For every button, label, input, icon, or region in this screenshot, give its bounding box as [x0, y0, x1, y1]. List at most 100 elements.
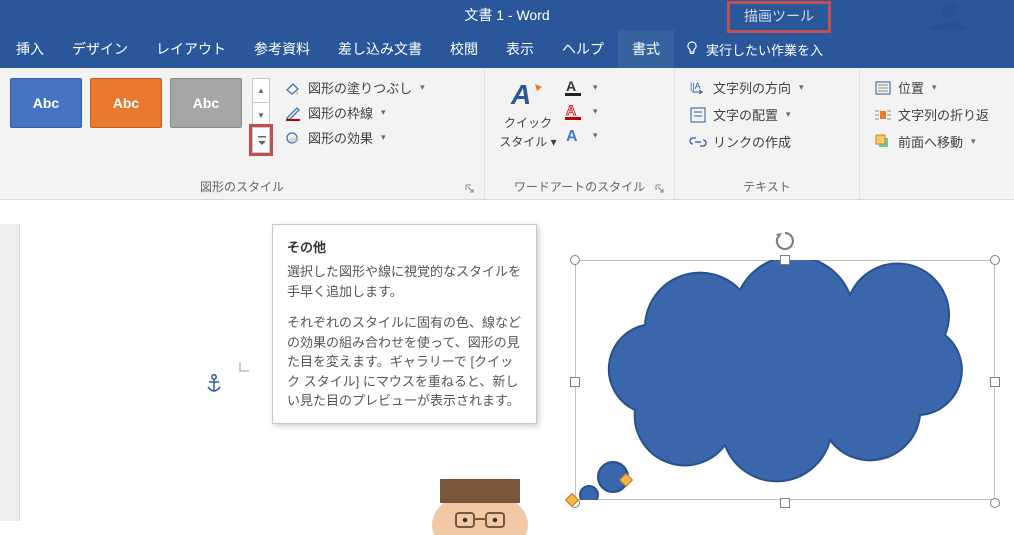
document-area[interactable]: その他 選択した図形や線に視覚的なスタイルを手早く追加します。 それぞれのスタイ… [0, 200, 1014, 521]
chevron-down-icon: ▾ [593, 130, 598, 141]
text-effects-button[interactable]: A ▾ [565, 126, 598, 144]
gallery-scroll-down[interactable]: ▼ [252, 103, 270, 128]
ribbon-tabs: 挿入 デザイン レイアウト 参考資料 差し込み文書 校閲 表示 ヘルプ 書式 実… [0, 30, 1014, 68]
link-icon [689, 133, 707, 151]
bring-forward-button[interactable]: 前面へ移動 ▾ [874, 132, 1000, 151]
gallery-more-button[interactable] [252, 128, 270, 153]
tab-layout[interactable]: レイアウト [142, 30, 240, 68]
chevron-down-icon: ▾ [971, 136, 976, 147]
shape-style-gallery[interactable]: Abc Abc Abc ▲ ▼ [6, 72, 274, 176]
tab-design[interactable]: デザイン [58, 30, 142, 68]
tab-review[interactable]: 校閲 [436, 30, 492, 68]
dialog-launcher-icon[interactable] [654, 183, 666, 195]
resize-handle-ne[interactable] [990, 255, 1000, 265]
shape-style-swatch-2[interactable]: Abc [90, 78, 162, 128]
create-link-label: リンクの作成 [713, 132, 791, 151]
position-button[interactable]: 位置 ▾ [874, 78, 1000, 97]
chevron-down-icon: ▾ [420, 82, 425, 93]
group-label-text: ワードアートのスタイル [514, 180, 645, 194]
rotate-handle-icon[interactable] [774, 230, 796, 252]
shape-fx-column: 図形の塗りつぶし ▾ 図形の枠線 ▾ 図形の効果 ▾ [274, 72, 429, 176]
anchor-icon [205, 374, 223, 394]
bring-forward-icon [874, 133, 892, 151]
document-title: 文書 1 - Word [0, 5, 1014, 25]
resize-handle-e[interactable] [990, 377, 1000, 387]
text-direction-label: 文字列の方向 [713, 78, 791, 97]
shape-outline-label: 図形の枠線 [308, 103, 373, 122]
chevron-down-icon: ▾ [551, 135, 557, 149]
text-effects-icon: A [565, 126, 585, 144]
group-label-wordart: ワードアートのスタイル [491, 176, 668, 199]
swatch-text: Abc [113, 95, 139, 111]
resize-handle-se[interactable] [990, 498, 1000, 508]
profile-silhouette-icon [904, 0, 974, 30]
gallery-spinner: ▲ ▼ [252, 78, 270, 153]
group-label-text-value: テキスト [743, 180, 791, 194]
drawing-tools-context-tab[interactable]: 描画ツール [727, 1, 831, 33]
align-text-button[interactable]: 文字の配置 ▾ [689, 105, 845, 124]
ribbon: Abc Abc Abc ▲ ▼ [0, 68, 1014, 200]
lightbulb-icon [684, 41, 700, 57]
chevron-down-icon: ▾ [932, 82, 937, 93]
text-fill-icon: A [565, 78, 585, 96]
resize-handle-w[interactable] [570, 377, 580, 387]
tab-insert[interactable]: 挿入 [2, 30, 58, 68]
wordart-mini-column: A ▾ A ▾ A ▾ [565, 78, 598, 176]
text-direction-button[interactable]: ||A 文字列の方向 ▾ [689, 78, 845, 97]
chevron-down-icon: ▾ [799, 82, 804, 93]
swatch-text: Abc [193, 95, 219, 111]
cartoon-clipart [420, 475, 550, 535]
paragraph-corner-mark [238, 360, 252, 374]
group-text: ||A 文字列の方向 ▾ 文字の配置 ▾ リンクの作成 [675, 68, 860, 199]
screen-tip-paragraph-2: それぞれのスタイルに固有の色、線などの効果の組み合わせを使って、図形の見た目を変… [287, 313, 522, 411]
group-label-shape-styles: 図形のスタイル [6, 176, 478, 199]
swatch-text: Abc [33, 95, 59, 111]
svg-text:A: A [566, 128, 578, 144]
resize-handle-s[interactable] [780, 498, 790, 508]
create-link-button[interactable]: リンクの作成 [689, 132, 845, 151]
tab-help[interactable]: ヘルプ [548, 30, 618, 68]
wrap-text-label: 文字列の折り返 [898, 105, 989, 124]
svg-text:||A: ||A [690, 81, 701, 91]
wrap-text-button[interactable]: 文字列の折り返 [874, 105, 1000, 124]
text-fill-button[interactable]: A ▾ [565, 78, 598, 96]
svg-text:A: A [510, 79, 531, 110]
shape-effects-label: 図形の効果 [308, 128, 373, 147]
quick-style-button[interactable]: A クイック スタイル ▾ [499, 78, 557, 176]
shape-fill-label: 図形の塗りつぶし [308, 78, 412, 97]
resize-handle-nw[interactable] [570, 255, 580, 265]
shape-outline-button[interactable]: 図形の枠線 ▾ [284, 103, 425, 122]
svg-text:A: A [566, 102, 576, 118]
group-wordart-styles: A クイック スタイル ▾ A ▾ A ▾ A [485, 68, 675, 199]
tab-references[interactable]: 参考資料 [240, 30, 324, 68]
svg-text:A: A [566, 78, 576, 94]
effects-icon [284, 129, 302, 147]
group-label-text: テキスト [681, 176, 853, 199]
cloud-callout-shape[interactable] [575, 260, 995, 500]
shape-style-swatch-1[interactable]: Abc [10, 78, 82, 128]
context-tab-label: 描画ツール [744, 8, 814, 24]
shape-style-swatch-3[interactable]: Abc [170, 78, 242, 128]
position-icon [874, 79, 892, 97]
chevron-down-icon: ▾ [381, 107, 386, 118]
tab-format[interactable]: 書式 [618, 30, 674, 68]
title-bar: 文書 1 - Word 描画ツール [0, 0, 1014, 30]
resize-handle-n[interactable] [780, 255, 790, 265]
dialog-launcher-icon[interactable] [464, 183, 476, 195]
gallery-scroll-up[interactable]: ▲ [252, 78, 270, 103]
shape-effects-button[interactable]: 図形の効果 ▾ [284, 128, 425, 147]
tab-view[interactable]: 表示 [492, 30, 548, 68]
selected-shape-bounding-box[interactable] [575, 260, 995, 500]
shape-fill-button[interactable]: 図形の塗りつぶし ▾ [284, 78, 425, 97]
tab-mailings[interactable]: 差し込み文書 [324, 30, 436, 68]
bring-forward-label: 前面へ移動 [898, 132, 963, 151]
screen-tip-title: その他 [287, 237, 522, 256]
text-outline-button[interactable]: A ▾ [565, 102, 598, 120]
position-label: 位置 [898, 78, 924, 97]
chevron-down-icon: ▾ [786, 109, 791, 120]
chevron-down-icon: ▾ [381, 132, 386, 143]
quick-style-icon: A [509, 78, 547, 112]
screen-tip-paragraph-1: 選択した図形や線に視覚的なスタイルを手早く追加します。 [287, 262, 522, 301]
tell-me-placeholder: 実行したい作業を入 [706, 40, 823, 59]
tell-me-search[interactable]: 実行したい作業を入 [674, 30, 823, 68]
